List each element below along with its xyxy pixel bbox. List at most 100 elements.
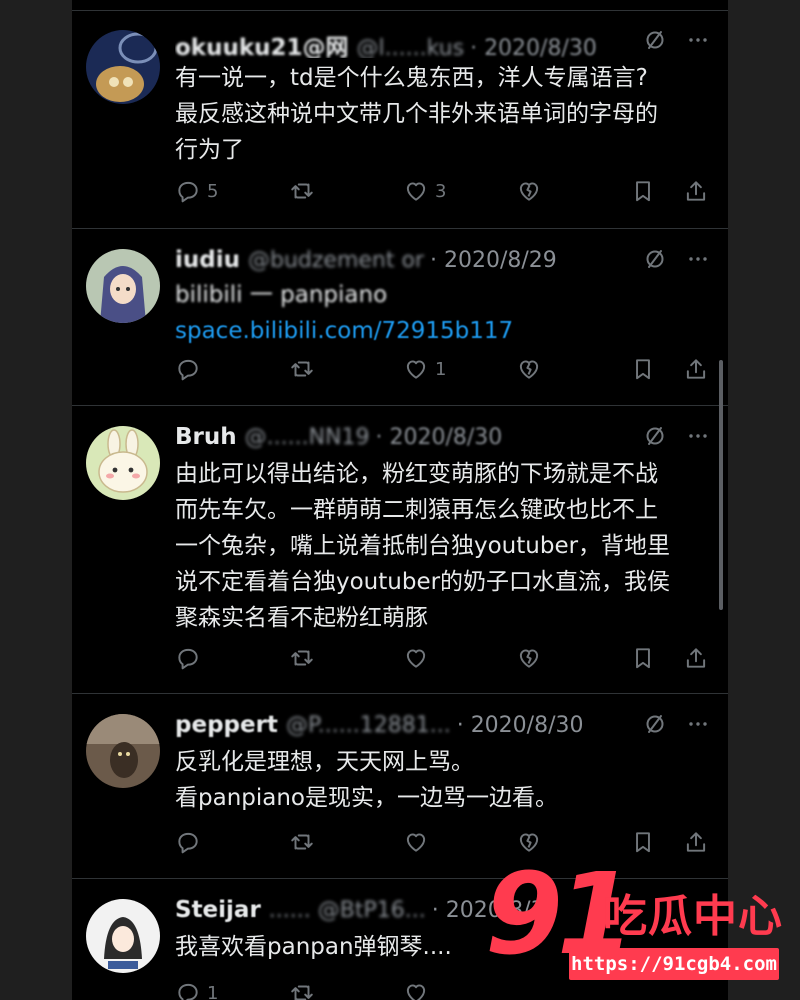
text-line: 最反感这种说中文带几个非外来语单词的字母的 <box>175 101 658 127</box>
tweet-text: 有一说一，td是个什么鬼东西，洋人专属语言? 最反感这种说中文带几个非外来语单词… <box>175 60 706 168</box>
timestamp[interactable]: · 2020/8/30 <box>457 713 584 738</box>
tweet-header: Bruh @......NN19 · 2020/8/30 <box>175 424 718 454</box>
bookmark-button[interactable] <box>630 643 656 673</box>
share-button[interactable] <box>683 176 709 206</box>
bookmark-icon <box>630 178 656 204</box>
reply-button[interactable] <box>175 354 207 384</box>
timestamp[interactable]: · 2020/8/29 <box>430 248 557 273</box>
dislike-button[interactable] <box>516 354 542 384</box>
tweet-text: 由此可以得出结论，粉红变萌豚的下场就是不战 而先车欠。一群萌萌二刺猿再怎么键政也… <box>175 456 706 636</box>
bookmark-icon <box>630 645 656 671</box>
timestamp[interactable]: · 2020/8/30 <box>376 425 503 450</box>
display-name[interactable]: iudiu <box>175 247 240 273</box>
more-icon[interactable] <box>686 28 710 52</box>
text-line: 行为了 <box>175 137 244 163</box>
display-name[interactable]: Bruh <box>175 424 237 450</box>
dislike-button[interactable] <box>516 643 542 673</box>
reply-count: 1 <box>207 982 219 1000</box>
tweet-text: 反乳化是理想，天天网上骂。 看panpiano是现实，一边骂一边看。 <box>175 744 706 816</box>
text-line: 一个兔杂，嘴上说着抵制台独youtuber，背地里 <box>175 533 671 559</box>
text-line: 聚森实名看不起粉红萌豚 <box>175 605 428 631</box>
mute-icon[interactable] <box>643 712 667 736</box>
watermark-logo: 91 吃瓜中心 https://91cgb4.com <box>485 850 785 982</box>
broken-heart-icon <box>516 178 542 204</box>
timestamp[interactable]: · 2020/8/30 <box>470 36 597 58</box>
like-button[interactable] <box>403 978 429 1000</box>
retweet-button[interactable] <box>289 176 321 206</box>
share-icon <box>683 178 709 204</box>
retweet-icon <box>289 829 315 855</box>
bookmark-button[interactable] <box>630 176 656 206</box>
like-count: 3 <box>435 180 447 202</box>
display-name[interactable]: okuuku21@网 <box>175 35 349 58</box>
tweet[interactable]: peppert @P......12881... · 2020/8/30 反乳化是理… <box>72 694 728 879</box>
share-button[interactable] <box>683 643 709 673</box>
retweet-button[interactable] <box>289 643 321 673</box>
retweet-button[interactable] <box>289 827 321 857</box>
like-icon <box>403 178 429 204</box>
handle[interactable]: @......NN19 <box>245 425 370 450</box>
tweet-text: bilibili 一 panpiano space.bilibili.com/7… <box>175 277 706 349</box>
handle[interactable]: ...... @BtP16... <box>269 898 426 923</box>
reply-button[interactable]: 5 <box>175 176 218 206</box>
text-line: bilibili 一 panpiano <box>175 282 388 308</box>
bookmark-button[interactable] <box>630 827 656 857</box>
tweet[interactable]: iudiu @budzement or · 2020/8/29 bilibili 一… <box>72 229 728 406</box>
bookmark-button[interactable] <box>630 354 656 384</box>
action-bar: 1 <box>175 354 715 384</box>
share-button[interactable] <box>683 827 709 857</box>
action-bar <box>175 643 715 673</box>
scrollbar[interactable] <box>719 360 723 610</box>
mute-icon[interactable] <box>643 424 667 448</box>
retweet-icon <box>289 645 315 671</box>
bookmark-icon <box>630 356 656 382</box>
broken-heart-icon <box>516 356 542 382</box>
more-icon[interactable] <box>686 424 710 448</box>
share-button[interactable] <box>683 354 709 384</box>
watermark-url: https://91cgb4.com <box>569 948 779 980</box>
share-icon <box>683 356 709 382</box>
display-name[interactable]: Steijar <box>175 897 261 923</box>
reply-button[interactable] <box>175 827 207 857</box>
avatar[interactable] <box>86 30 160 104</box>
like-button[interactable] <box>403 643 435 673</box>
handle[interactable]: @l......kus <box>357 36 465 58</box>
like-icon <box>403 980 429 1000</box>
retweet-button[interactable] <box>289 978 315 1000</box>
display-name[interactable]: peppert <box>175 712 278 738</box>
broken-heart-icon <box>516 645 542 671</box>
tweet[interactable]: Bruh @......NN19 · 2020/8/30 由此可以得出结论，粉红变萌… <box>72 406 728 694</box>
retweet-icon <box>289 980 315 1000</box>
share-icon <box>683 645 709 671</box>
text-line: 而先车欠。一群萌萌二刺猿再怎么键政也比不上 <box>175 497 658 523</box>
like-button[interactable]: 3 <box>403 176 446 206</box>
text-line: 反乳化是理想，天天网上骂。 <box>175 749 474 775</box>
reply-button[interactable] <box>175 643 207 673</box>
handle[interactable]: @P......12881... <box>286 713 451 738</box>
avatar[interactable] <box>86 249 160 323</box>
like-count: 1 <box>435 358 447 380</box>
text-line: 由此可以得出结论，粉红变萌豚的下场就是不战 <box>175 461 658 487</box>
dislike-button[interactable] <box>516 176 542 206</box>
share-icon <box>683 829 709 855</box>
tweet[interactable]: okuuku21@网 @l......kus · 2020/8/30 有一说一，td… <box>72 10 728 229</box>
reply-icon <box>175 829 201 855</box>
like-button[interactable] <box>403 827 435 857</box>
more-icon[interactable] <box>686 712 710 736</box>
reply-icon <box>175 980 201 1000</box>
reply-icon <box>175 178 201 204</box>
mute-icon[interactable] <box>643 28 667 52</box>
avatar[interactable] <box>86 899 160 973</box>
mute-icon[interactable] <box>643 247 667 271</box>
avatar[interactable] <box>86 426 160 500</box>
profile-link[interactable]: space.bilibili.com/72915b117 <box>175 313 706 349</box>
more-icon[interactable] <box>686 247 710 271</box>
text-line: 说不定看着台独youtuber的奶子口水直流，我侯 <box>175 569 671 595</box>
reply-count: 5 <box>207 180 219 202</box>
like-button[interactable]: 1 <box>403 354 446 384</box>
avatar[interactable] <box>86 714 160 788</box>
reply-button[interactable]: 1 <box>175 978 218 1000</box>
reply-icon <box>175 356 201 382</box>
handle[interactable]: @budzement or <box>248 248 424 273</box>
retweet-button[interactable] <box>289 354 321 384</box>
